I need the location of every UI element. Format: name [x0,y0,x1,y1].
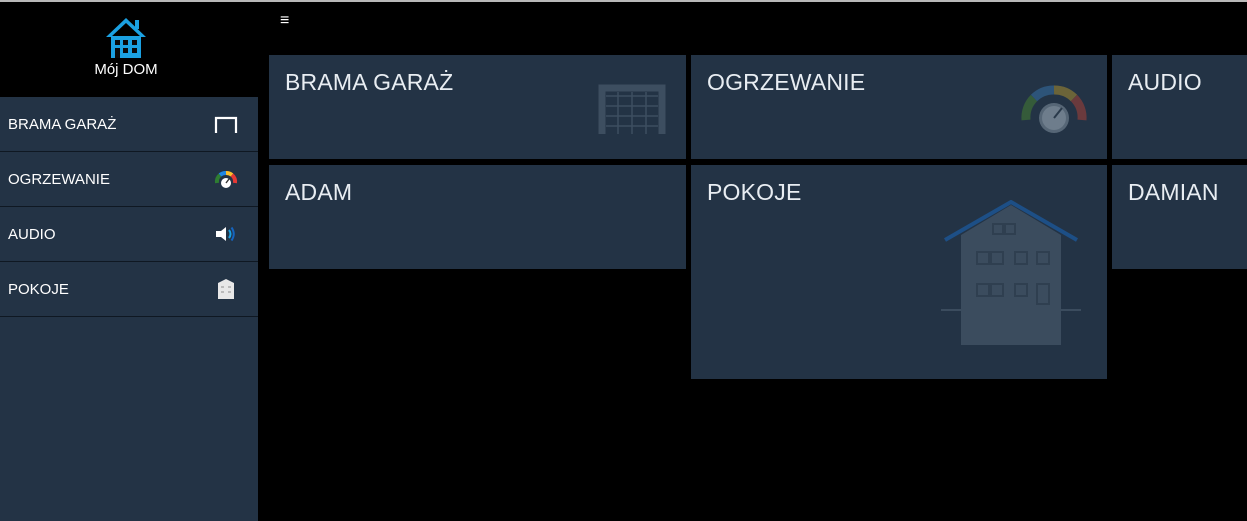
gauge-icon [214,171,238,188]
sidebar: Mój DOM BRAMA GARAŻ OGRZEWANIE AUDIO POK… [0,2,258,521]
sidebar-item-audio[interactable]: AUDIO [0,207,258,262]
gate-icon [598,84,666,134]
tile-audio[interactable]: AUDIO [1112,55,1247,159]
app-title: Mój DOM [94,61,158,78]
brand-header[interactable]: Mój DOM [0,2,258,97]
tile-title: ADAM [285,179,353,205]
tile-damian[interactable]: DAMIAN [1112,165,1247,269]
tile-title: DAMIAN [1128,179,1219,205]
gauge-icon [1021,85,1087,133]
sidebar-item-pokoje[interactable]: POKOJE [0,262,258,317]
tile-brama-garaz[interactable]: BRAMA GARAŻ [269,55,686,159]
hamburger-menu-button[interactable]: ≡ [280,13,294,29]
tile-title: OGRZEWANIE [707,69,866,95]
sidebar-menu: BRAMA GARAŻ OGRZEWANIE AUDIO POKOJE [0,97,258,521]
gate-icon [214,116,238,133]
sidebar-item-ogrzewanie[interactable]: OGRZEWANIE [0,152,258,207]
tile-pokoje[interactable]: POKOJE [691,165,1107,379]
sidebar-item-brama-garaz[interactable]: BRAMA GARAŻ [0,97,258,152]
building-icon [218,279,234,299]
building-icon [941,200,1081,345]
tile-title: AUDIO [1128,69,1202,95]
tile-title: POKOJE [707,179,802,205]
tile-title: BRAMA GARAŻ [285,69,454,95]
tile-ogrzewanie[interactable]: OGRZEWANIE [691,55,1107,159]
home-icon [106,18,146,58]
tile-adam[interactable]: ADAM [269,165,686,269]
speaker-icon [216,226,235,242]
